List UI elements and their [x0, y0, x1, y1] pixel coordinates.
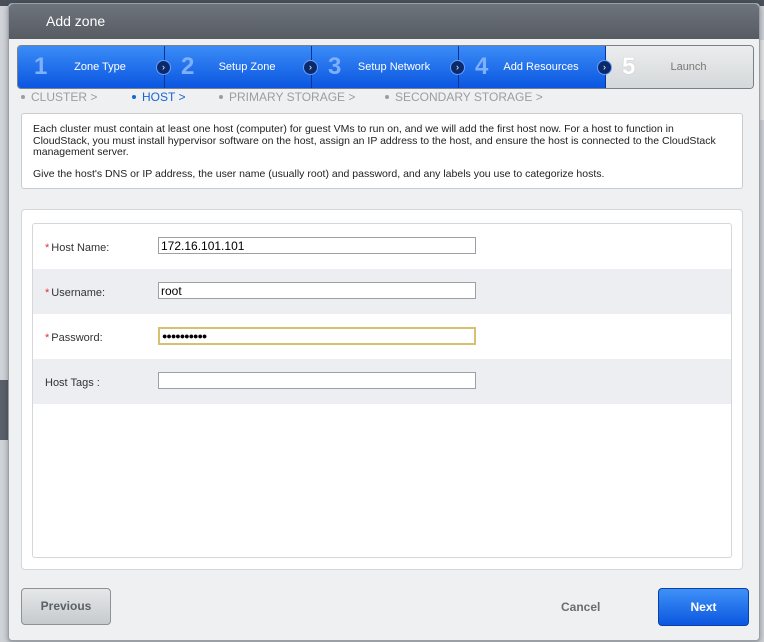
dialog-title-bar[interactable]: Add zone: [9, 4, 759, 39]
chevron-right-icon: ›: [156, 60, 171, 75]
bullet-icon: [132, 94, 136, 99]
step-number: 5: [622, 53, 636, 80]
next-button[interactable]: Next: [658, 588, 749, 626]
chevron-right-icon: ›: [597, 60, 612, 75]
step-label: Add Resources: [503, 61, 579, 73]
step-add-resources: 4 Add Resources ›: [459, 46, 612, 88]
required-mark: *: [45, 332, 50, 344]
step-number: 4: [475, 53, 489, 80]
host-name-input[interactable]: [158, 237, 476, 254]
chevron-right-icon: ›: [303, 60, 318, 75]
add-zone-dialog: Add zone 1 Zone Type › 2 Setup Zone › 3 …: [8, 3, 760, 641]
username-input[interactable]: [158, 282, 476, 299]
dialog-title: Add zone: [46, 13, 106, 29]
host-tags-row: Host Tags :: [33, 359, 731, 404]
description-text: Each cluster must contain at least one h…: [33, 123, 716, 158]
substep-primary-storage: PRIMARY STORAGE >: [219, 90, 355, 104]
required-mark: *: [45, 242, 50, 254]
step-setup-network: 3 Setup Network ›: [312, 46, 465, 88]
bullet-icon: [219, 94, 223, 99]
password-label: * Password:: [45, 332, 103, 344]
username-label: * Username:: [45, 287, 106, 299]
password-row: * Password:: [33, 314, 731, 359]
cancel-button[interactable]: Cancel: [561, 600, 600, 614]
bullet-icon: [21, 94, 25, 99]
required-mark: *: [45, 287, 50, 299]
chevron-right-icon: ›: [450, 60, 465, 75]
previous-button[interactable]: Previous: [21, 588, 111, 625]
step-label: Setup Network: [357, 61, 431, 73]
wizard-steps: 1 Zone Type › 2 Setup Zone › 3 Setup Net…: [17, 45, 754, 89]
substep-host: HOST >: [132, 90, 185, 104]
host-form-fields: *Host Name: *Username: *Password: Host T…: [32, 223, 732, 558]
description-box: Each cluster must contain at least one h…: [21, 113, 743, 189]
step-zone-type: 1 Zone Type ›: [18, 46, 171, 88]
step-number: 2: [181, 53, 195, 80]
step-label: Launch: [670, 61, 707, 73]
host-tags-input[interactable]: [158, 372, 476, 389]
host-name-label: * Host Name:: [45, 242, 110, 254]
password-input[interactable]: [158, 327, 476, 345]
host-name-row: * Host Name:: [33, 224, 731, 269]
substep-cluster: CLUSTER >: [21, 90, 97, 104]
host-form: *Host Name: *Username: *Password: Host T…: [21, 209, 743, 570]
step-setup-zone: 2 Setup Zone ›: [165, 46, 318, 88]
step-label: Zone Type: [74, 61, 126, 73]
description-hint: Give the host's DNS or IP address, the u…: [33, 167, 605, 180]
step-launch: 5 Launch: [606, 46, 753, 88]
step-number: 3: [328, 53, 342, 80]
substep-secondary-storage: SECONDARY STORAGE >: [385, 90, 543, 104]
bullet-icon: [385, 94, 389, 99]
host-tags-label: Host Tags :: [45, 377, 100, 389]
username-row: * Username:: [33, 269, 731, 314]
background-panel: [0, 380, 8, 440]
step-number: 1: [34, 53, 48, 80]
step-label: Setup Zone: [218, 61, 276, 73]
